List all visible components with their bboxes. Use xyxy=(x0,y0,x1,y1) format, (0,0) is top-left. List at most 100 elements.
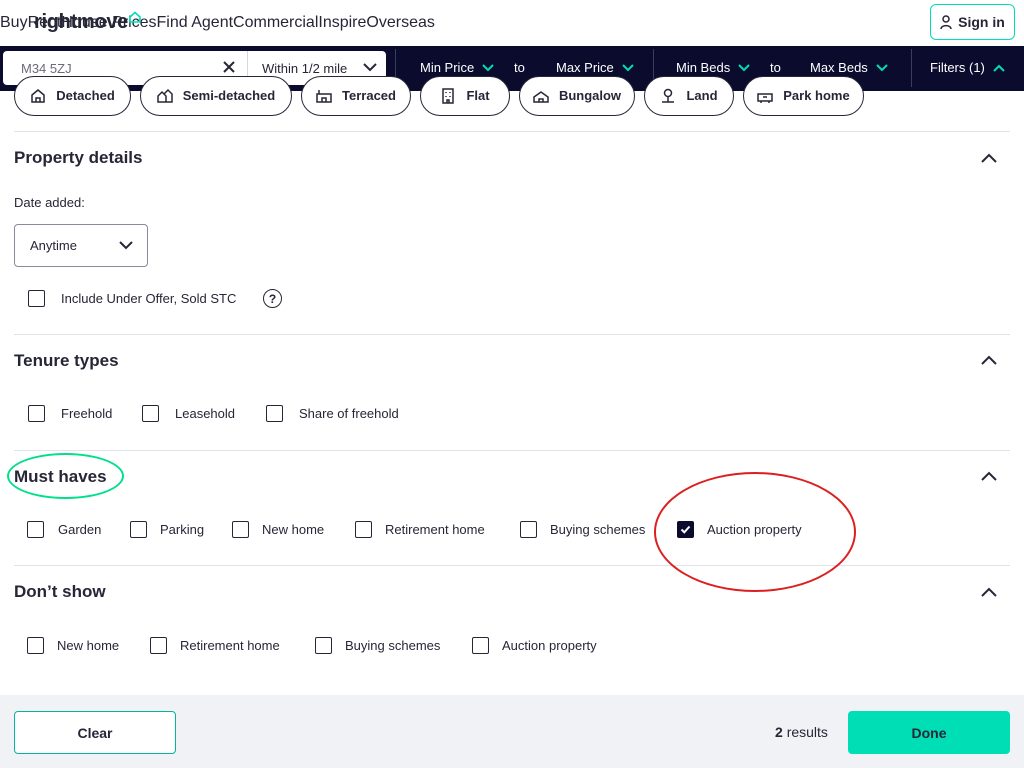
min-price-select[interactable]: Min Price xyxy=(420,60,494,75)
dont-show-new-home-checkbox[interactable] xyxy=(27,637,44,654)
rightmove-logo[interactable]: rightmove xyxy=(34,11,141,34)
chip-label: Park home xyxy=(783,87,850,103)
min-price-label: Min Price xyxy=(420,60,475,75)
land-icon xyxy=(662,88,675,103)
leasehold-checkbox[interactable] xyxy=(142,405,159,422)
freehold-label: Freehold xyxy=(61,406,113,421)
chip-label: Detached xyxy=(56,87,115,103)
share-of-freehold-checkbox[interactable] xyxy=(266,405,283,422)
max-price-label: Max Price xyxy=(556,60,614,75)
share-of-freehold-label: Share of freehold xyxy=(299,406,399,421)
chevron-down-icon xyxy=(738,63,750,71)
nav-find-agent[interactable]: Find Agent xyxy=(157,14,234,32)
done-label: Done xyxy=(911,724,947,741)
max-price-select[interactable]: Max Price xyxy=(556,60,634,75)
garden-label: Garden xyxy=(58,522,102,537)
filters-toggle[interactable]: Filters (1) xyxy=(930,60,1005,75)
sign-in-button[interactable]: Sign in xyxy=(930,4,1015,40)
chevron-down-icon xyxy=(119,241,133,250)
date-added-select[interactable]: Anytime xyxy=(14,224,148,267)
retirement-home-label: Retirement home xyxy=(385,522,485,537)
leasehold-label: Leasehold xyxy=(175,406,235,421)
nav-commercial[interactable]: Commercial xyxy=(233,14,318,32)
results-suffix: results xyxy=(786,724,828,740)
min-beds-select[interactable]: Min Beds xyxy=(676,60,750,75)
chevron-up-icon[interactable] xyxy=(981,153,997,163)
bungalow-icon xyxy=(533,91,549,103)
chip-park-home[interactable]: Park home xyxy=(743,76,864,116)
min-beds-label: Min Beds xyxy=(676,60,731,75)
detached-house-icon xyxy=(31,89,45,103)
clear-button[interactable]: Clear xyxy=(14,711,176,754)
semi-detached-house-icon xyxy=(157,88,173,103)
dont-show-retirement-home-label: Retirement home xyxy=(180,638,280,653)
chip-land[interactable]: Land xyxy=(644,76,734,116)
new-home-label: New home xyxy=(262,522,325,537)
clear-location-icon[interactable] xyxy=(221,59,237,75)
logo-house-icon xyxy=(129,11,141,23)
max-beds-select[interactable]: Max Beds xyxy=(810,60,888,75)
chip-label: Terraced xyxy=(342,87,396,103)
user-icon xyxy=(940,14,952,29)
filters-label: Filters (1) xyxy=(930,60,985,75)
logo-text: rightmove xyxy=(34,11,128,33)
chevron-down-icon xyxy=(622,63,634,71)
dont-show-buying-schemes-checkbox[interactable] xyxy=(315,637,332,654)
chevron-down-icon xyxy=(482,63,494,71)
dont-show-auction-property-checkbox[interactable] xyxy=(472,637,489,654)
freehold-checkbox[interactable] xyxy=(28,405,45,422)
new-home-checkbox[interactable] xyxy=(232,521,249,538)
section-divider xyxy=(14,450,1010,451)
nav-buy[interactable]: Buy xyxy=(0,14,28,32)
dont-show-retirement-home-checkbox[interactable] xyxy=(150,637,167,654)
nav-overseas[interactable]: Overseas xyxy=(366,14,434,32)
section-divider xyxy=(14,131,1010,132)
chip-bungalow[interactable]: Bungalow xyxy=(519,76,635,116)
chip-label: Flat xyxy=(466,87,490,103)
chip-terraced[interactable]: Terraced xyxy=(301,76,411,116)
results-number: 2 xyxy=(775,724,783,740)
max-beds-label: Max Beds xyxy=(810,60,868,75)
chip-label: Bungalow xyxy=(558,87,622,103)
include-under-offer-checkbox[interactable] xyxy=(28,290,45,307)
terraced-house-icon xyxy=(316,90,332,103)
search-divider xyxy=(911,49,912,87)
chevron-up-icon[interactable] xyxy=(981,355,997,365)
buying-schemes-label: Buying schemes xyxy=(550,522,646,537)
dont-show-auction-property-label: Auction property xyxy=(502,638,597,653)
chevron-up-icon[interactable] xyxy=(981,587,997,597)
chevron-up-icon[interactable] xyxy=(981,471,997,481)
done-button[interactable]: Done xyxy=(848,711,1010,754)
chevron-down-icon xyxy=(876,63,888,71)
sign-in-label: Sign in xyxy=(958,14,1005,30)
clear-label: Clear xyxy=(77,724,113,741)
radius-select[interactable]: Within 1/2 mile xyxy=(262,61,347,76)
garden-checkbox[interactable] xyxy=(27,521,44,538)
section-divider xyxy=(14,565,1010,566)
include-under-offer-label: Include Under Offer, Sold STC xyxy=(61,291,237,306)
red-annotation-ellipse xyxy=(654,472,856,592)
top-header: rightmove Buy Rent House Prices Find Age… xyxy=(0,0,1024,46)
buying-schemes-checkbox[interactable] xyxy=(520,521,537,538)
nav-inspire[interactable]: Inspire xyxy=(318,14,366,32)
dont-show-buying-schemes-label: Buying schemes xyxy=(345,638,441,653)
chip-label: Land xyxy=(686,87,718,103)
property-details-title: Property details xyxy=(14,148,143,167)
section-divider xyxy=(14,334,1010,335)
retirement-home-checkbox[interactable] xyxy=(355,521,372,538)
flat-building-icon xyxy=(442,88,455,104)
parking-checkbox[interactable] xyxy=(130,521,147,538)
date-added-label: Date added: xyxy=(14,195,85,210)
dont-show-new-home-label: New home xyxy=(57,638,120,653)
chip-detached[interactable]: Detached xyxy=(14,76,131,116)
chip-label: Semi-detached xyxy=(182,87,276,103)
results-count: 2 results xyxy=(775,724,828,740)
dont-show-title: Don’t show xyxy=(14,582,106,601)
parking-label: Parking xyxy=(160,522,205,537)
help-icon[interactable]: ? xyxy=(263,289,282,308)
chip-semi-detached[interactable]: Semi-detached xyxy=(140,76,292,116)
price-to-label: to xyxy=(514,60,525,75)
chip-flat[interactable]: Flat xyxy=(420,76,510,116)
location-input[interactable]: M34 5ZJ xyxy=(21,61,72,76)
tenure-types-title: Tenure types xyxy=(14,351,119,370)
